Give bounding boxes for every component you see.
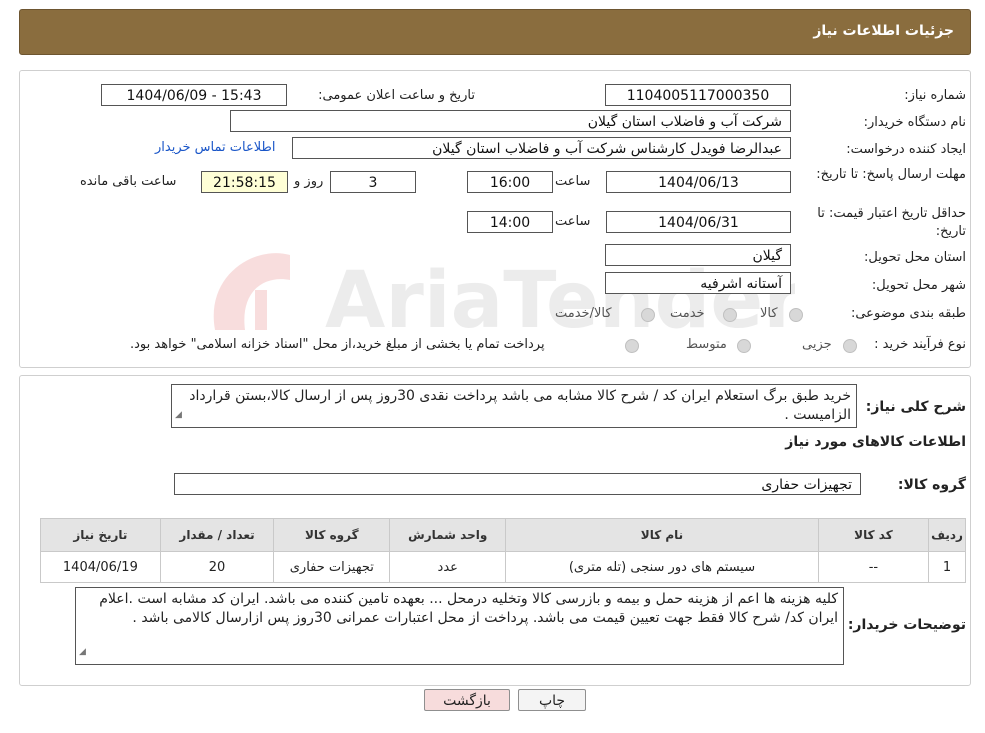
cell-need-date: 1404/06/19 <box>40 551 161 583</box>
process-radio-treasury[interactable] <box>625 339 639 353</box>
reply-deadline-time-label: ساعت <box>555 174 591 189</box>
cell-unit: عدد <box>389 551 507 583</box>
column-header-group: گروه کالا <box>273 518 391 552</box>
process-type-label: نوع فرآیند خرید : <box>874 337 966 352</box>
column-header-quantity: تعداد / مقدار <box>159 518 275 552</box>
announce-datetime-label: تاریخ و ساعت اعلان عمومی: <box>318 88 475 103</box>
delivery-city-field: آستانه اشرفیه <box>605 272 791 294</box>
column-header-need-date: تاریخ نیاز <box>40 518 161 552</box>
buyer-org-field: شرکت آب و فاضلاب استان گیلان <box>230 110 791 132</box>
price-validity-label: حداقل تاریخ اعتبار قیمت: تا تاریخ: <box>817 206 966 239</box>
description-textarea[interactable]: خرید طبق برگ استعلام ایران کد / شرح کالا… <box>171 384 857 428</box>
column-header-row-number: ردیف <box>928 518 966 552</box>
column-header-name: نام کالا <box>505 518 819 552</box>
price-validity-time-label: ساعت <box>555 214 591 229</box>
process-radio-small[interactable] <box>843 339 857 353</box>
cell-code: -- <box>817 551 930 583</box>
goods-group-field: تجهیزات حفاری <box>174 473 861 495</box>
category-radio-goods-service[interactable] <box>641 308 655 322</box>
category-radio-service[interactable] <box>723 308 737 322</box>
process-option-small: جزیی <box>802 337 832 352</box>
buyer-notes-text: کلیه هزینه ها اعم از هزینه حمل و بیمه و … <box>99 591 838 626</box>
cell-quantity: 20 <box>159 551 275 583</box>
cell-group: تجهیزات حفاری <box>273 551 391 583</box>
time-remaining-label: ساعت باقی مانده <box>80 174 177 189</box>
print-button[interactable]: چاپ <box>518 689 586 711</box>
resize-grip-icon[interactable]: ◢ <box>79 643 86 662</box>
table-row: 1 -- سیستم های دور سنجی (تله متری) عدد ت… <box>40 551 966 583</box>
delivery-province-field: گیلان <box>605 244 791 266</box>
reply-deadline-label: مهلت ارسال پاسخ: تا تاریخ: <box>816 167 966 182</box>
resize-grip-icon[interactable]: ◢ <box>175 406 182 425</box>
category-option-goods: کالا <box>760 306 778 321</box>
treasury-note: پرداخت تمام یا بخشی از مبلغ خرید،از محل … <box>130 337 545 352</box>
need-number-label: شماره نیاز: <box>904 88 966 103</box>
page-title: جزئیات اطلاعات نیاز <box>813 23 954 39</box>
price-validity-date: 1404/06/31 <box>606 211 791 233</box>
category-radio-goods[interactable] <box>789 308 803 322</box>
requester-label: ایجاد کننده درخواست: <box>846 142 966 157</box>
need-number-field: 1104005117000350 <box>605 84 791 106</box>
reply-deadline-time: 16:00 <box>467 171 553 193</box>
announce-datetime-field: 1404/06/09 - 15:43 <box>101 84 287 106</box>
category-label: طبقه بندی موضوعی: <box>850 306 966 321</box>
description-label: شرح کلی نیاز: <box>865 399 966 415</box>
page-header: جزئیات اطلاعات نیاز <box>19 9 971 55</box>
back-button[interactable]: بازگشت <box>424 689 510 711</box>
category-option-service: خدمت <box>670 306 705 321</box>
days-remaining: 3 <box>330 171 416 193</box>
time-remaining: 21:58:15 <box>201 171 288 193</box>
delivery-province-label: استان محل تحویل: <box>864 250 966 265</box>
category-option-goods-service: کالا/خدمت <box>555 306 612 321</box>
goods-table: ردیف کد کالا نام کالا واحد شمارش گروه کا… <box>40 518 966 583</box>
buyer-org-label: نام دستگاه خریدار: <box>863 115 966 130</box>
process-option-medium: متوسط <box>686 337 727 352</box>
column-header-code: کد کالا <box>817 518 930 552</box>
column-header-unit: واحد شمارش <box>389 518 507 552</box>
table-header-row: ردیف کد کالا نام کالا واحد شمارش گروه کا… <box>40 518 966 552</box>
description-text: خرید طبق برگ استعلام ایران کد / شرح کالا… <box>189 388 851 423</box>
price-validity-time: 14:00 <box>467 211 553 233</box>
buyer-notes-textarea[interactable]: کلیه هزینه ها اعم از هزینه حمل و بیمه و … <box>75 587 844 665</box>
cell-row-number: 1 <box>928 551 966 583</box>
goods-group-label: گروه کالا: <box>897 477 966 493</box>
delivery-city-label: شهر محل تحویل: <box>871 278 966 293</box>
cell-name: سیستم های دور سنجی (تله متری) <box>505 551 819 583</box>
days-label: روز و <box>294 174 324 189</box>
buyer-contact-link[interactable]: اطلاعات تماس خریدار <box>155 140 275 155</box>
requester-field: عبدالرضا فویدل کارشناس شرکت آب و فاضلاب … <box>292 137 791 159</box>
buyer-notes-label: توضیحات خریدار: <box>847 617 966 633</box>
process-radio-medium[interactable] <box>737 339 751 353</box>
goods-info-title: اطلاعات کالاهای مورد نیاز <box>785 434 966 450</box>
reply-deadline-date: 1404/06/13 <box>606 171 791 193</box>
